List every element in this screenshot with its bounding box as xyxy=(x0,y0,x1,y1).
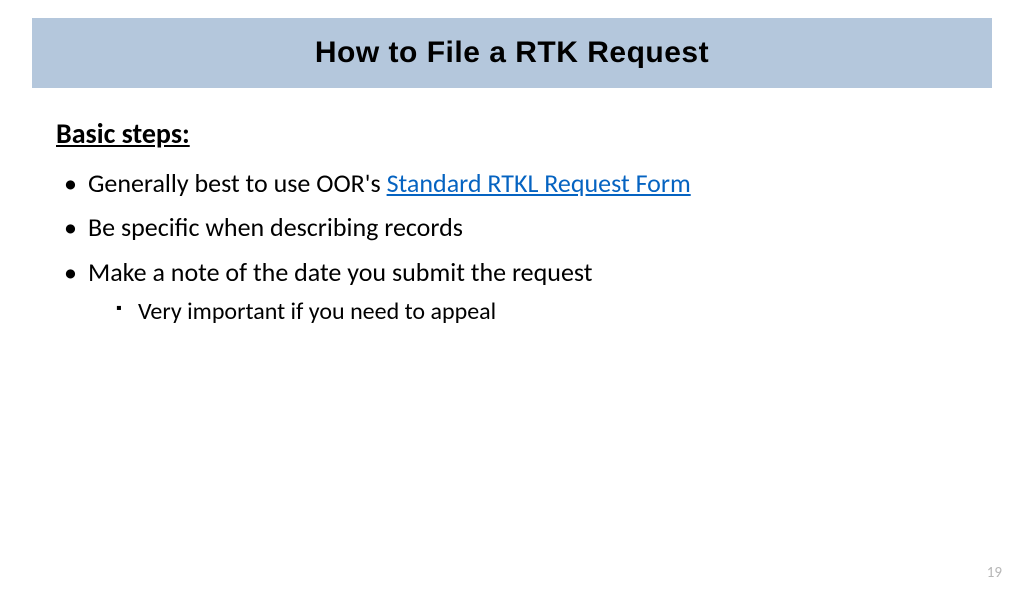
bullet-item: Make a note of the date you submit the r… xyxy=(64,252,968,330)
rtkl-form-link[interactable]: Standard RTKL Request Form xyxy=(387,167,691,199)
bullet-item: Generally best to use OOR's Standard RTK… xyxy=(64,163,968,203)
content-area: Basic steps: Generally best to use OOR's… xyxy=(0,88,1024,330)
bullet-item: Be specific when describing records xyxy=(64,207,968,247)
bullet-list: Generally best to use OOR's Standard RTK… xyxy=(56,163,968,330)
sub-bullet-list: Very important if you need to appeal xyxy=(88,294,968,330)
page-number: 19 xyxy=(987,564,1002,582)
subheading: Basic steps: xyxy=(56,116,968,151)
slide-title: How to File a RTK Request xyxy=(32,36,992,70)
title-bar: How to File a RTK Request xyxy=(32,18,992,88)
sub-bullet-item: Very important if you need to appeal xyxy=(116,294,968,330)
bullet-text: Generally best to use OOR's xyxy=(88,167,387,199)
bullet-text: Make a note of the date you submit the r… xyxy=(88,256,592,288)
